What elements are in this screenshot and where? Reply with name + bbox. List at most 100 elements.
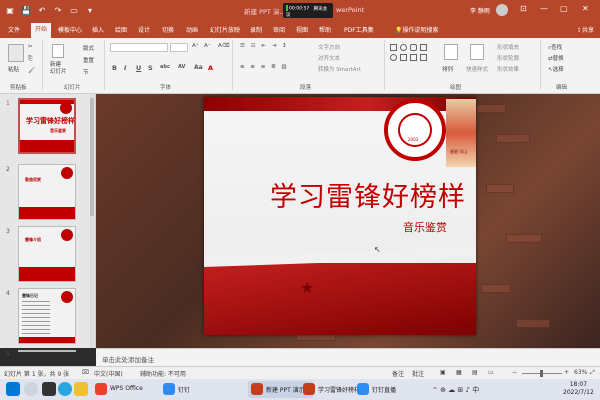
shape-arrow-icon[interactable]: [410, 54, 417, 61]
clear-format-icon[interactable]: A⌫: [218, 43, 230, 49]
grow-font-icon[interactable]: A⁺: [192, 43, 199, 49]
tray-icons[interactable]: ⌃ ⊕ ☁ ⊞ ♪ 中: [432, 385, 479, 395]
folder-icon[interactable]: [74, 382, 88, 396]
char-spacing-button[interactable]: AV: [178, 64, 185, 70]
comments-toggle[interactable]: 批注: [412, 369, 424, 378]
slide-subtitle[interactable]: 音乐鉴赏: [403, 219, 447, 235]
shape-fill-button[interactable]: 形状填充: [497, 43, 519, 51]
shape-rectangle-icon[interactable]: [390, 44, 397, 51]
font-size-box[interactable]: [170, 43, 188, 52]
maximize-icon[interactable]: ▢: [560, 4, 568, 13]
tab-search[interactable]: 💡操作说明搜索: [395, 25, 439, 34]
meeting-indicator[interactable]: 00:00:57 腾讯会议: [283, 3, 333, 18]
school-seal-logo[interactable]: 2003: [384, 99, 446, 161]
tab-view[interactable]: 视图: [296, 25, 308, 34]
cut-icon[interactable]: ✂: [28, 44, 33, 50]
tab-transitions[interactable]: 切换: [162, 25, 174, 34]
redo-icon[interactable]: ↷: [52, 5, 64, 17]
paste-button[interactable]: 粘贴: [8, 65, 19, 73]
tab-design[interactable]: 设计: [138, 25, 150, 34]
paste-icon[interactable]: [8, 44, 24, 62]
tab-draw[interactable]: 绘图: [115, 25, 127, 34]
taskbar-dingtalk[interactable]: 钉钉: [160, 381, 193, 398]
slide-thumbnail[interactable]: 学习雷锋好榜样 音乐鉴赏: [18, 98, 76, 154]
tab-animations[interactable]: 动画: [186, 25, 198, 34]
change-case-icon[interactable]: Aa: [194, 64, 203, 71]
fit-slide-icon[interactable]: ⤢: [590, 369, 595, 377]
edge-icon[interactable]: [58, 382, 72, 396]
tab-slideshow[interactable]: 幻灯片放映: [210, 25, 240, 34]
sorter-view-icon[interactable]: ▦: [456, 369, 462, 376]
italic-button[interactable]: I: [124, 64, 126, 72]
save-icon[interactable]: 💾: [20, 5, 32, 17]
zoom-out-icon[interactable]: −: [512, 369, 517, 376]
bold-button[interactable]: B: [112, 64, 117, 72]
arrange-button[interactable]: 排列: [442, 65, 453, 73]
font-color-icon[interactable]: A: [208, 64, 213, 72]
reset-button[interactable]: 重置: [83, 56, 94, 64]
start-icon[interactable]: [6, 382, 20, 396]
shadow-button[interactable]: abc: [160, 64, 170, 70]
present-icon[interactable]: ▭: [68, 5, 80, 17]
tab-pdf-tools[interactable]: PDF工具集: [344, 25, 374, 34]
zoom-in-icon[interactable]: +: [564, 369, 569, 376]
notes-placeholder[interactable]: 单击此处添加备注: [102, 354, 154, 364]
new-slide-button[interactable]: 新建 幻灯片: [50, 62, 67, 76]
shape-star-icon[interactable]: [420, 54, 427, 61]
avatar[interactable]: [496, 4, 508, 16]
arrange-icon[interactable]: [444, 44, 458, 60]
select-button[interactable]: ↖选择: [548, 65, 564, 73]
format-painter-icon[interactable]: 🖌: [28, 68, 35, 74]
text-direction-button[interactable]: 文字方向: [318, 43, 340, 51]
notes-pane[interactable]: 单击此处添加备注: [96, 348, 600, 366]
shrink-font-icon[interactable]: A⁻: [204, 43, 211, 49]
replace-button[interactable]: ⇄替换: [548, 54, 564, 62]
search-icon[interactable]: [24, 382, 38, 396]
align-text-button[interactable]: 对齐文本: [318, 54, 340, 62]
strikethrough-button[interactable]: S: [148, 64, 153, 72]
slide-thumbnail[interactable]: 歌曲欣赏: [18, 164, 76, 220]
find-button[interactable]: ⌕查找: [548, 43, 562, 52]
undo-icon[interactable]: ↶: [36, 5, 48, 17]
proofing-icon[interactable]: ⌧: [82, 369, 89, 376]
new-slide-icon[interactable]: [52, 44, 64, 58]
tab-help[interactable]: 帮助: [319, 25, 331, 34]
user-name[interactable]: 李 静雨: [470, 6, 490, 15]
underline-button[interactable]: U: [136, 64, 141, 72]
tab-record[interactable]: 录制: [250, 25, 262, 34]
shape-oval-icon[interactable]: [400, 44, 407, 51]
align-icons[interactable]: ≡ ≡ ≡ ≣ ▥: [240, 64, 289, 70]
section-button[interactable]: 节: [83, 68, 89, 76]
minimize-icon[interactable]: —: [540, 4, 548, 13]
reading-view-icon[interactable]: ▤: [472, 369, 478, 376]
slide-thumbnail[interactable]: 雷锋介绍: [18, 226, 76, 282]
shape-triangle-icon[interactable]: [400, 54, 407, 61]
accessibility-status[interactable]: 辅助功能: 不可用: [140, 369, 186, 378]
slide-thumbnail[interactable]: 雷锋日记: [18, 288, 76, 344]
share-button[interactable]: ⇪共享: [577, 25, 594, 34]
notes-toggle[interactable]: 备注: [392, 369, 404, 378]
shape-circle-icon[interactable]: [390, 54, 397, 61]
close-icon[interactable]: ✕: [582, 4, 589, 13]
copy-icon[interactable]: ⎘: [28, 56, 32, 63]
zoom-slider-handle[interactable]: [540, 370, 543, 377]
tab-home[interactable]: 开始: [31, 23, 52, 38]
quick-styles-icon[interactable]: [470, 44, 484, 60]
tab-review[interactable]: 审阅: [273, 25, 285, 34]
font-name-box[interactable]: [110, 43, 168, 52]
shape-outline-button[interactable]: 形状轮廓: [497, 54, 519, 62]
shape-line-icon[interactable]: [420, 44, 427, 51]
system-clock[interactable]: 18:07 2022/7/12: [563, 381, 594, 397]
task-view-icon[interactable]: [42, 382, 56, 396]
taskbar-dingtalk-live[interactable]: 钉钉直播: [354, 381, 399, 398]
slide-thumbnail[interactable]: [18, 350, 76, 352]
shape-effects-button[interactable]: 形状效果: [497, 65, 519, 73]
language-indicator[interactable]: 中文(中国): [94, 369, 123, 378]
ribbon-display-icon[interactable]: ⊡: [520, 4, 527, 13]
current-slide[interactable]: 学习雷锋好榜样 音乐鉴赏 ★ 2003 星星 河山 ↖: [204, 97, 476, 335]
tab-insert[interactable]: 插入: [92, 25, 104, 34]
taskbar-wps[interactable]: WPS Office: [92, 381, 146, 398]
scrollbar-thumb[interactable]: [90, 98, 94, 216]
zoom-level[interactable]: 63%: [574, 369, 587, 376]
customize-icon[interactable]: ▾: [84, 5, 96, 17]
